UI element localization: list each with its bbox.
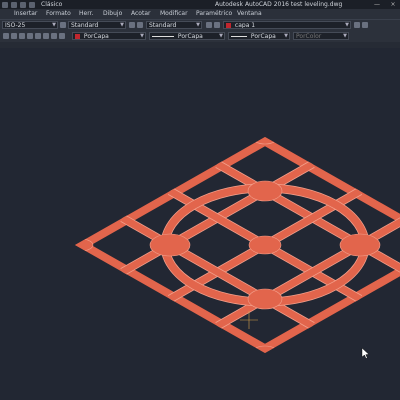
mouse-pointer-icon [361,347,370,359]
node [248,235,282,255]
node [75,237,94,253]
node [251,345,279,353]
node [149,233,191,257]
node [247,180,283,202]
drawing-geometry [75,137,400,359]
node [339,233,381,257]
node [251,137,279,145]
node [247,288,283,310]
